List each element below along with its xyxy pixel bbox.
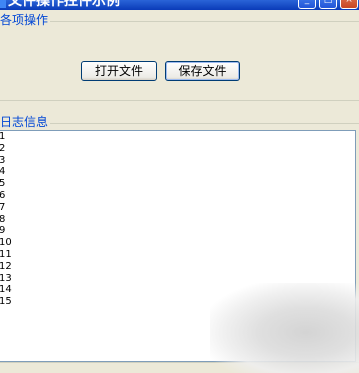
log-line: 7 [0, 202, 355, 214]
log-line: 5 [0, 178, 355, 190]
log-line: 1 [0, 131, 355, 143]
log-line: 11 [0, 248, 12, 260]
open-file-button[interactable]: 打开文件 [81, 61, 157, 81]
log-line: 12 [0, 260, 12, 272]
log-group-label: 日志信息 [0, 115, 51, 129]
log-line: 10 [0, 237, 12, 249]
log-line: 2 [0, 143, 355, 155]
log-line: 9 [0, 225, 355, 237]
save-file-button[interactable]: 保存文件 [165, 61, 240, 81]
log-line: 4 [0, 166, 355, 178]
maximize-button[interactable]: □ [319, 0, 337, 9]
window-title: 文件操作控件示例 [8, 0, 120, 9]
title-bar: 文件操作控件示例 _ □ × [0, 0, 359, 10]
app-icon [0, 0, 6, 8]
log-line: 3 [0, 155, 355, 167]
close-button[interactable]: × [340, 0, 358, 9]
log-line: 8 [0, 214, 355, 226]
minimize-button[interactable]: _ [298, 0, 316, 9]
operations-group-label: 各项操作 [0, 13, 51, 27]
log-line: 6 [0, 190, 355, 202]
